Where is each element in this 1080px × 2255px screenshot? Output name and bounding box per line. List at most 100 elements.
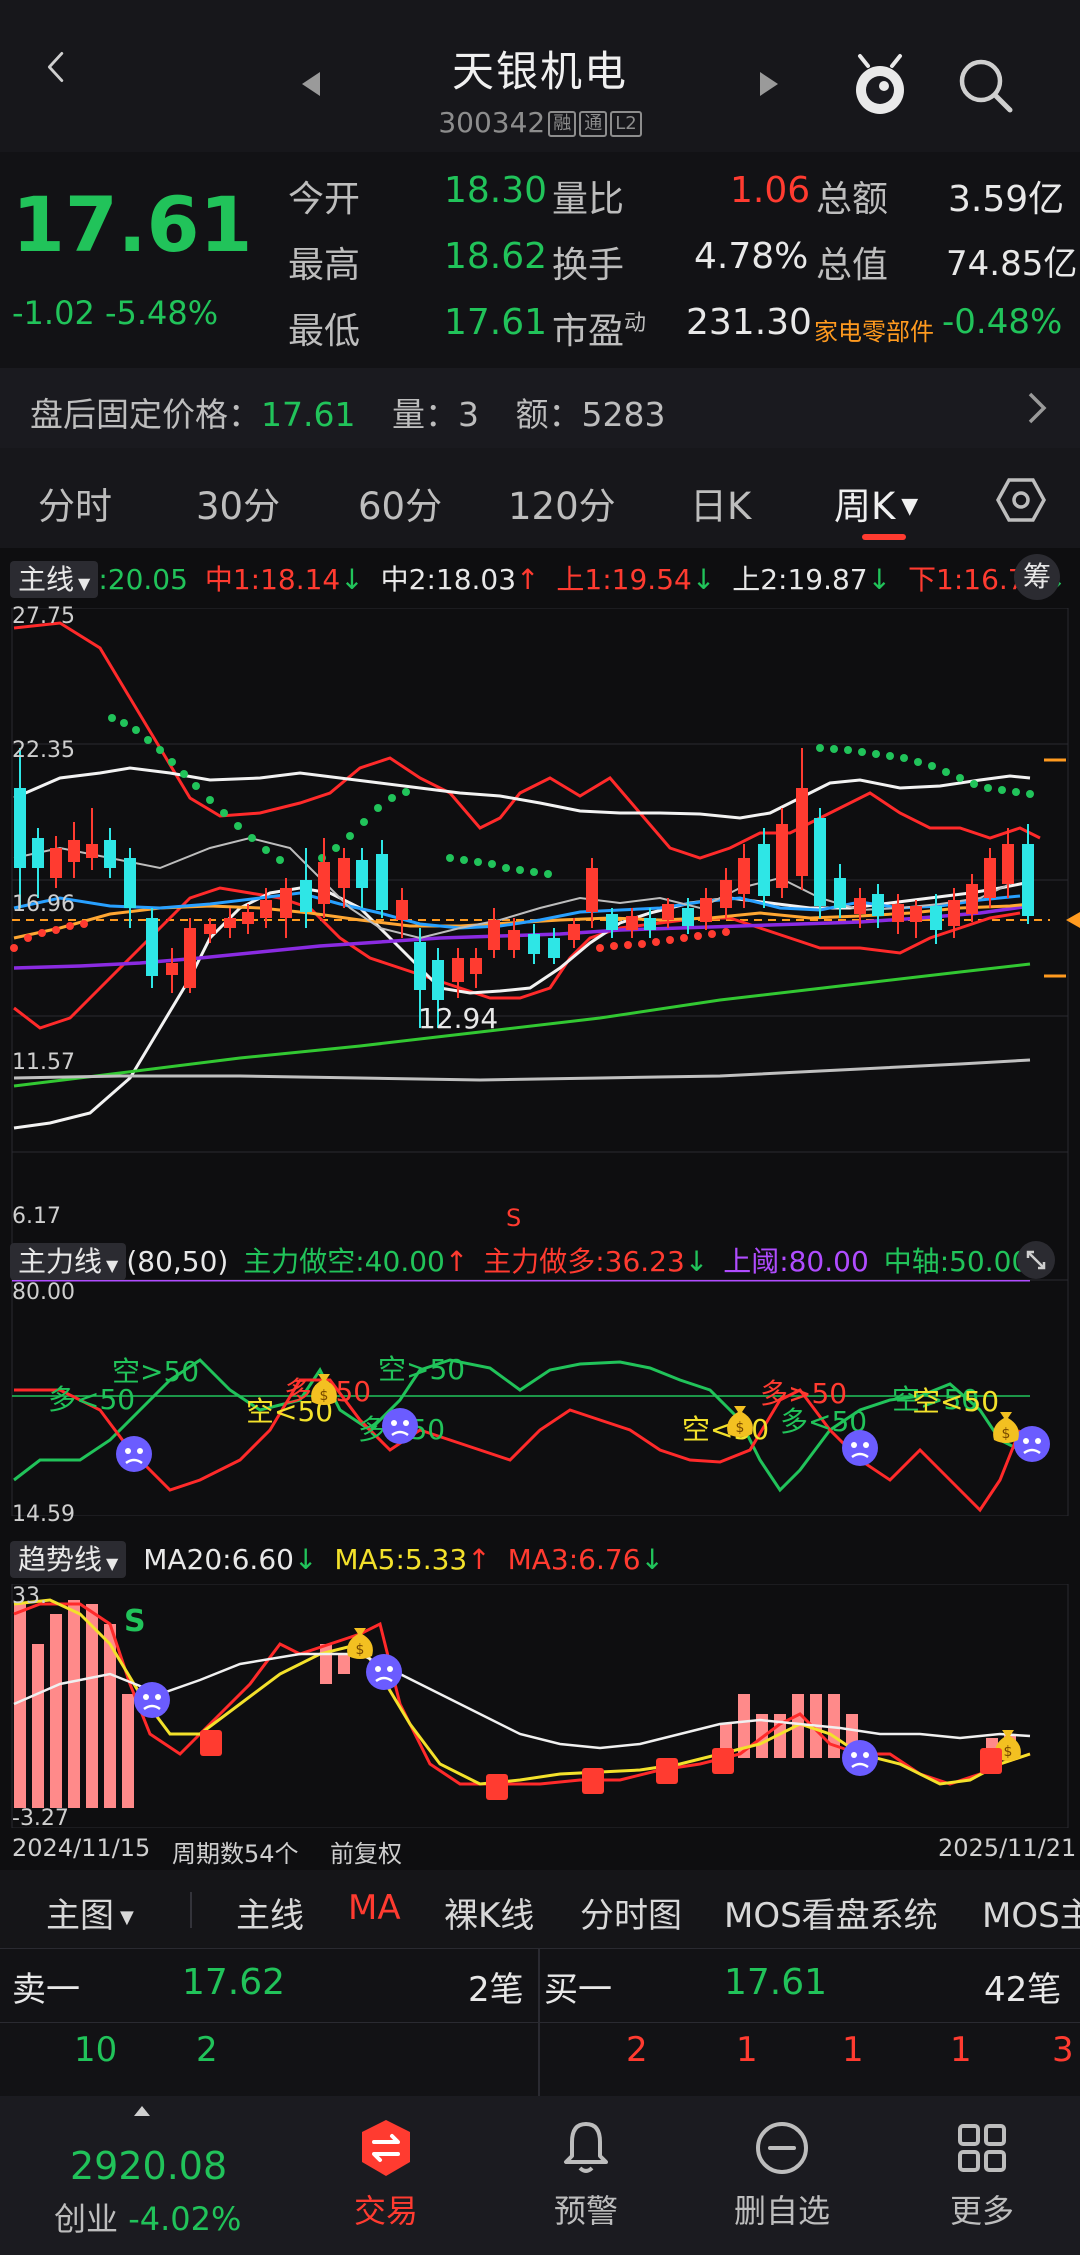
turnover-label: 换手	[552, 245, 625, 286]
down-arrow-icon: ↓	[867, 563, 892, 596]
main-indicator-name: 主线	[18, 563, 75, 596]
buy1-count: 42笔	[984, 1970, 1062, 2010]
adjust-mode[interactable]: 前复权	[330, 1834, 402, 1869]
expand-icon[interactable]	[1016, 1240, 1056, 1280]
low-value: 17.61	[444, 302, 548, 343]
tab-weekly-label: 周K	[834, 485, 896, 528]
buy-marker-icon	[980, 1748, 1002, 1774]
next-stock-icon[interactable]	[758, 70, 780, 98]
bell-icon	[564, 2122, 608, 2173]
main-chart-selector[interactable]: 主图 ▼	[46, 1888, 134, 1937]
caret-up-icon[interactable]	[132, 2104, 152, 2118]
settings-hexagon-icon[interactable]	[996, 476, 1046, 524]
mid-legend-item: 主力做多:36.23↓	[483, 1245, 708, 1278]
tab-weekly[interactable]: 周K ▼	[834, 476, 918, 530]
after-hours-bar[interactable]: 盘后固定价格：17.61 量：3 额：5283	[0, 368, 1080, 448]
tab-60min[interactable]: 60分	[358, 476, 442, 530]
s-signal-mark: S	[124, 1604, 146, 1639]
svg-text:$: $	[356, 1642, 365, 1658]
up-arrow-icon: ↑	[516, 563, 540, 596]
indicator-tab[interactable]: MOS看盘系统	[724, 1888, 938, 1937]
tab-120min[interactable]: 120分	[508, 476, 616, 530]
indicator-tab[interactable]: 主线	[236, 1888, 304, 1937]
main-indicator-selector[interactable]: 主线 ▼	[10, 561, 99, 598]
main-legend-item: 中2:18.03↑	[381, 563, 540, 596]
indicator-tabs: 主图 ▼ 主线 MA 裸K线 分时图 MOS看盘系统 MOS主	[0, 1870, 1080, 1948]
down-arrow-icon: ↓	[293, 1543, 318, 1576]
sector-change: -0.48%	[942, 302, 1063, 342]
indicator-tab-active[interactable]: MA	[348, 1888, 401, 1928]
main-chart-label: 主图	[46, 1896, 114, 1936]
nav-alert[interactable]: 预警	[516, 2118, 656, 2232]
buy1-price[interactable]: 17.61	[724, 1962, 827, 2003]
mid-indicator-selector[interactable]: 主力线 ▼	[10, 1243, 127, 1280]
y-axis-label: 80.00	[12, 1280, 75, 1305]
period-tabs: 分时 30分 60分 120分 日K 周K ▼	[0, 448, 1080, 548]
sell1-price[interactable]: 17.62	[182, 1962, 285, 2003]
chip-distribution-button[interactable]: 筹	[1014, 554, 1060, 600]
after-vol-label: 量：	[391, 395, 458, 434]
buy-marker-icon	[712, 1748, 734, 1774]
legend-text: MA20:6.60	[143, 1543, 294, 1576]
tab-minute[interactable]: 分时	[38, 476, 112, 530]
tab-daily[interactable]: 日K	[690, 476, 751, 530]
legend-text: 中2:18.03	[380, 563, 517, 596]
start-date: 2024/11/15	[12, 1834, 151, 1862]
y-axis-label: 11.57	[12, 1050, 75, 1075]
quote-panel: 17.61 -1.02 -5.48% 今开 18.30 最高 18.62 最低 …	[0, 152, 1080, 368]
chart-area[interactable]: 主线 ▼:20.05 中1:18.14↓ 中2:18.03↑ 上1:19.54↓ …	[0, 548, 1080, 1870]
index-value[interactable]: 2920.08	[70, 2144, 227, 2188]
svg-text:$: $	[320, 1388, 329, 1404]
search-icon[interactable]	[956, 56, 1016, 116]
amount-label: 总额	[816, 179, 889, 220]
main-legend: 主线 ▼:20.05 中1:18.14↓ 中2:18.03↑ 上1:19.54↓ …	[10, 558, 1067, 598]
main-kline-chart[interactable]	[0, 608, 1080, 1280]
buy-marker-icon	[486, 1774, 508, 1800]
mid-params: (80,50)	[126, 1245, 229, 1278]
tab-30min[interactable]: 30分	[196, 476, 280, 530]
mid-legend-item: 主力做空:40.00↑	[243, 1245, 468, 1278]
bottom-nav: 2920.08 创业 -4.02% 交易 预警 删自选 更多	[0, 2096, 1080, 2255]
change-value: -1.02	[12, 294, 95, 332]
nav-more[interactable]: 更多	[912, 2118, 1052, 2232]
chevron-right-icon[interactable]	[1026, 390, 1048, 426]
trend-indicator-selector[interactable]: 趋势线 ▼	[10, 1541, 127, 1578]
caret-down-icon: ▼	[106, 1256, 119, 1275]
pe-label-text: 市盈	[552, 311, 625, 352]
nav-label: 删自选	[733, 2192, 830, 2230]
y-axis-label: 27.75	[12, 604, 75, 629]
stock-code: 300342	[438, 106, 546, 139]
down-arrow-icon: ↓	[691, 563, 716, 596]
y-axis-label: 6.17	[12, 1204, 61, 1229]
nav-remove-watchlist[interactable]: 删自选	[712, 2118, 852, 2232]
sell-queue-item: 10	[74, 2030, 118, 2070]
legend-text: 主力做多:36.23	[483, 1245, 685, 1278]
y-axis-label: 22.35	[12, 738, 75, 763]
buy-marker-icon	[582, 1768, 604, 1794]
after-vol: 3	[457, 395, 479, 434]
index-name-row[interactable]: 创业 -4.02%	[54, 2194, 241, 2240]
indicator-tab[interactable]: 分时图	[580, 1888, 682, 1937]
mascot-icon[interactable]	[848, 52, 912, 118]
legend-text: 主力做空:40.00	[243, 1245, 445, 1278]
main-legend-item: 上1:19.54↓	[556, 563, 715, 596]
indicator-tab[interactable]: 裸K线	[444, 1888, 534, 1937]
mktcap-label: 总值	[816, 245, 889, 286]
mid-legend-item: 中轴:50.00	[883, 1245, 1030, 1278]
vol-ratio-label: 量比	[552, 179, 625, 220]
turnover-value: 4.78%	[694, 236, 809, 277]
vol-ratio-value: 1.06	[730, 170, 811, 211]
money-bag-icon: $	[347, 1628, 373, 1659]
after-hours-info: 盘后固定价格：17.61 量：3 额：5283	[30, 388, 665, 436]
after-amt-label: 额：	[515, 395, 582, 434]
down-arrow-icon: ↓	[684, 1245, 709, 1278]
indicator-tab[interactable]: MOS主	[982, 1888, 1080, 1937]
sell1-label: 卖一	[12, 1970, 80, 2010]
legend-text: 上2:19.87	[732, 563, 868, 596]
buy-queue-item: 1	[842, 2030, 864, 2070]
period-count: 周期数54个	[172, 1840, 299, 1868]
y-axis-label: 33.	[12, 1584, 47, 1609]
main-legend-item: :20.05	[98, 563, 188, 596]
nav-trade[interactable]: 交易	[316, 2118, 456, 2232]
sector-name[interactable]: 家电零部件	[814, 312, 934, 347]
